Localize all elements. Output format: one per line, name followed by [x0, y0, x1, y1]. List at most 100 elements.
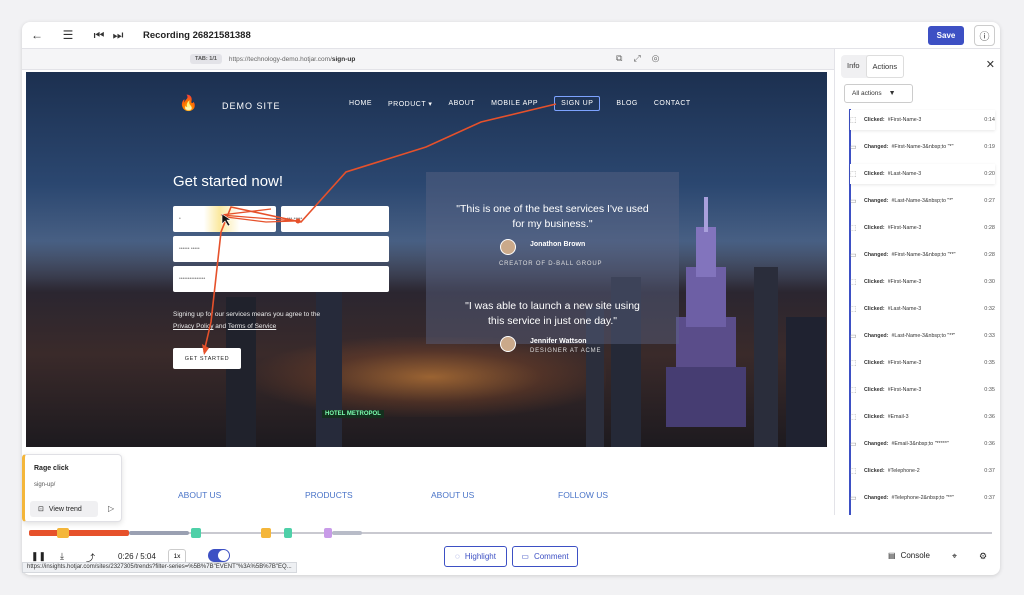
action-type: Clicked: — [864, 171, 885, 177]
action-target: #Email-3 — [887, 414, 909, 420]
highlight-button[interactable]: ◌ Highlight — [444, 546, 507, 567]
skip-inactivity-icon[interactable]: ⤓ — [60, 551, 64, 562]
action-row[interactable]: ⬚ Clicked: #Last-Name-3 0:32 — [850, 299, 995, 319]
action-row[interactable]: ▭ Changed: #Last-Name-3&nbsp;to "**" 0:33 — [850, 326, 995, 346]
caret-down-icon: ▼ — [888, 90, 896, 97]
action-type: Clicked: — [864, 306, 885, 312]
action-time: 0:19 — [984, 144, 995, 150]
input-change-icon: ▭ — [850, 144, 857, 151]
console-button[interactable]: ▤ Console — [888, 551, 930, 560]
footer-follow-us[interactable]: FOLLOW US — [558, 490, 608, 500]
action-row[interactable]: ⬚ Clicked: #Last-Name-3 0:20 — [850, 164, 995, 184]
action-target: #Telephone-2&nbsp;to "**" — [891, 495, 954, 501]
action-target: #First-Name-3 — [887, 279, 922, 285]
action-row[interactable]: ▭ Changed: #First-Name-3&nbsp;to "**" 0:28 — [850, 245, 995, 265]
mouse-trail — [202, 103, 557, 355]
input-change-icon: ▭ — [850, 441, 857, 448]
input-change-icon: ▭ — [850, 495, 857, 502]
action-row[interactable]: ▭ Changed: #Telephone-2&nbsp;to "**" 0:37 — [850, 488, 995, 508]
action-target: #Email-3&nbsp;to "*****" — [891, 441, 949, 447]
click-icon: ⬚ — [850, 468, 857, 475]
top-bar: ← ☰ ⏮ ⏭ Recording 26821581388 Save ⓘ — [22, 22, 1000, 49]
filter-label: All actions — [852, 90, 882, 97]
timeline-segment — [29, 530, 129, 536]
view-trend-button[interactable]: ⊡ View trend — [30, 501, 98, 517]
action-time: 0:36 — [984, 414, 995, 420]
play-icon[interactable]: ▷ — [108, 504, 114, 513]
rage-click-marker[interactable] — [57, 528, 69, 538]
close-icon[interactable]: ✕ — [986, 58, 995, 71]
tab-info[interactable]: Info — [841, 55, 866, 78]
action-time: 0:27 — [984, 198, 995, 204]
action-type: Clicked: — [864, 414, 885, 420]
info-icon[interactable]: ⓘ — [974, 25, 995, 46]
timeline[interactable] — [29, 528, 992, 538]
click-icon: ⬚ — [850, 360, 857, 367]
copy-icon[interactable]: ⧉ — [616, 53, 622, 64]
action-target: #Last-Name-3&nbsp;to "**" — [891, 333, 956, 339]
console-icon: ▤ — [888, 551, 896, 560]
action-row[interactable]: ▭ Changed: #First-Name-3&nbsp;to "*" 0:19 — [850, 137, 995, 157]
open-external-icon[interactable]: ⤢ — [633, 53, 640, 64]
footer-about-us[interactable]: ABOUT US — [178, 490, 221, 500]
side-panel: Info Actions ✕ All actions ▼ ⬚ Clicked: #Fi… — [834, 49, 1000, 515]
action-row[interactable]: ⬚ Clicked: #First-Name-3 0:28 — [850, 218, 995, 238]
action-type: Clicked: — [864, 117, 885, 123]
action-type: Changed: — [864, 495, 889, 501]
action-row[interactable]: ▭ Changed: #Email-3&nbsp;to "*****" 0:36 — [850, 434, 995, 454]
action-type: Changed: — [864, 252, 889, 258]
click-icon: ⬚ — [850, 171, 857, 178]
back-arrow-icon[interactable]: ← — [26, 24, 48, 46]
event-marker[interactable] — [324, 528, 332, 538]
action-row[interactable]: ⬚ Clicked: #First-Name-3 0:35 — [850, 380, 995, 400]
list-icon[interactable]: ☰ — [57, 24, 79, 46]
action-type: Clicked: — [864, 279, 885, 285]
action-type: Clicked: — [864, 387, 885, 393]
recording-player-window: ← ☰ ⏮ ⏭ Recording 26821581388 Save ⓘ TAB… — [22, 22, 1000, 575]
event-marker[interactable] — [191, 528, 201, 538]
action-target: #First-Name-3 — [887, 387, 922, 393]
view-trend-label: View trend — [48, 505, 82, 513]
action-target: #Last-Name-3 — [887, 306, 922, 312]
action-time: 0:35 — [984, 387, 995, 393]
input-change-icon: ▭ — [850, 198, 857, 205]
console-label: Console — [900, 551, 930, 560]
action-row[interactable]: ⬚ Clicked: #First-Name-3 0:35 — [850, 353, 995, 373]
rage-click-card: Rage click sign-up/ ⊡ View trend ▷ — [22, 454, 122, 522]
event-marker[interactable] — [284, 528, 292, 538]
skip-inactivity-toggle[interactable] — [208, 549, 230, 562]
keyboard-shortcuts-icon[interactable]: ⌖ — [952, 551, 957, 562]
timeline-segment — [129, 531, 189, 535]
pause-icon[interactable]: ❚❚ — [31, 551, 46, 562]
action-row[interactable]: ⬚ Clicked: #Email-3 0:36 — [850, 407, 995, 427]
rage-click-title: Rage click — [34, 465, 69, 472]
action-row[interactable]: ⬚ Clicked: #Telephone-2 0:37 — [850, 461, 995, 481]
footer-about-us[interactable]: ABOUT US — [431, 490, 474, 500]
next-recording-icon[interactable]: ⏭ — [107, 24, 129, 46]
comment-button[interactable]: ▭ Comment — [512, 546, 578, 567]
save-button[interactable]: Save — [928, 26, 964, 45]
action-time: 0:37 — [984, 468, 995, 474]
action-time: 0:20 — [984, 171, 995, 177]
actions-list: ⬚ Clicked: #First-Name-3 0:14 ▭ Changed: #Firs… — [835, 109, 999, 515]
action-target: #Last-Name-3&nbsp;to "*" — [891, 198, 954, 204]
rage-click-marker[interactable] — [261, 528, 271, 538]
actions-filter-dropdown[interactable]: All actions ▼ — [844, 84, 913, 103]
click-icon: ⬚ — [850, 117, 857, 124]
action-type: Clicked: — [864, 468, 885, 474]
action-row[interactable]: ▭ Changed: #Last-Name-3&nbsp;to "*" 0:27 — [850, 191, 995, 211]
settings-gear-icon[interactable]: ⚙ — [979, 551, 987, 562]
site-footer: ABOUT US PRODUCTS ABOUT US FOLLOW US — [26, 447, 827, 512]
action-time: 0:36 — [984, 441, 995, 447]
tab-actions[interactable]: Actions — [865, 55, 905, 78]
trend-icon: ⊡ — [38, 506, 44, 513]
link-preview-statusbar: https://insights.hotjar.com/sites/232730… — [22, 562, 297, 573]
footer-products[interactable]: PRODUCTS — [305, 490, 353, 500]
action-row[interactable]: ⬚ Clicked: #First-Name-3 0:14 — [850, 110, 995, 130]
action-row[interactable]: ⬚ Clicked: #First-Name-3 0:30 — [850, 272, 995, 292]
action-target: #Last-Name-3 — [887, 171, 922, 177]
highlight-label: Highlight — [464, 552, 496, 561]
copy-link-icon[interactable]: ◎ — [652, 53, 660, 64]
timeline-segment — [332, 531, 362, 535]
action-type: Changed: — [864, 198, 889, 204]
